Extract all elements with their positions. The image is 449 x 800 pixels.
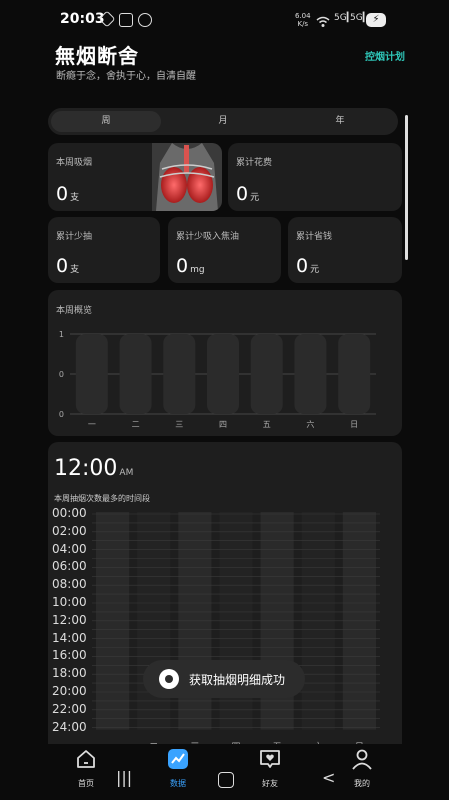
nav-friends[interactable]: 好友 [250, 748, 290, 789]
smoking-plan-link[interactable]: 控烟计划 [365, 48, 405, 63]
x-tick-label: 二 [132, 420, 140, 429]
x-tick-label: 六 [306, 419, 314, 429]
value-unit: mg [190, 265, 205, 275]
card-label: 累计少抽 [56, 232, 93, 242]
card-label: 累计省钱 [296, 232, 333, 242]
nav-label: 首页 [78, 779, 94, 788]
bar-track [207, 334, 239, 414]
status-bar: 20:03 6.04 K/s 5G▎ 5G▎ ⚡ [0, 0, 449, 40]
weekly-overview-card: 本周概览 100一二三四五六日 [48, 290, 402, 436]
x-tick-label: 五 [263, 420, 271, 429]
toast-text: 获取抽烟明细成功 [189, 673, 286, 687]
hourly-heat-grid: 一二三四五六日 [92, 512, 380, 753]
tab-year[interactable]: 年 [285, 111, 395, 132]
x-tick-label: 一 [88, 420, 96, 429]
app-subtitle: 断瘾于念，舍执于心，自清自醒 [56, 71, 196, 82]
home-system-button[interactable] [218, 772, 234, 788]
bar-track [294, 334, 327, 414]
x-tick-label: 三 [175, 420, 183, 429]
app-title: 無烟断舍 [55, 44, 139, 68]
y-tick-label: 0 [59, 410, 64, 419]
card-value: 0支 [56, 255, 79, 277]
period-selector: 周 月 年 [48, 108, 398, 135]
value-number: 0 [176, 255, 189, 277]
bar-track [338, 334, 371, 414]
scrollbar-thumb[interactable] [405, 115, 408, 260]
bar-track [163, 334, 196, 414]
hour-label: 24:00 [52, 719, 87, 734]
hour-label: 14:00 [52, 630, 87, 645]
y-tick-label: 0 [59, 370, 64, 379]
lungs-illustration-icon [152, 143, 222, 211]
bar-track [119, 334, 152, 414]
home-icon [77, 750, 95, 768]
network-speed: 6.04 K/s [295, 12, 311, 28]
network-speed-unit: K/s [297, 20, 309, 28]
nav-home[interactable]: 首页 [66, 748, 106, 789]
recent-apps-button[interactable]: ||| [116, 768, 132, 787]
card-total-less-smoked[interactable]: 累计少抽 0支 [48, 217, 160, 283]
nav-label: 我的 [354, 779, 370, 788]
network-speed-value: 6.04 [295, 12, 311, 20]
nav-label: 数据 [170, 779, 186, 788]
toast-notification: 获取抽烟明细成功 [143, 660, 305, 698]
x-tick-label: 日 [350, 420, 358, 429]
card-value: 0 mg [176, 255, 205, 277]
wifi-icon [316, 13, 330, 32]
hour-label: 04:00 [52, 541, 87, 556]
signal-1-label: 5G [334, 13, 347, 23]
nav-data[interactable]: 数据 [158, 748, 198, 789]
y-tick-label: 1 [59, 330, 64, 339]
card-value: 0支 [56, 183, 79, 205]
battery-icon: ⚡ [366, 13, 386, 27]
card-weekly-smoked[interactable]: 本周吸烟 0支 [48, 143, 222, 211]
hour-label: 12:00 [52, 612, 87, 627]
card-label: 累计花费 [236, 158, 273, 168]
value-number: 0 [296, 255, 309, 277]
tab-month[interactable]: 月 [168, 111, 278, 132]
friends-heart-icon [260, 750, 280, 768]
value-unit: 支 [70, 193, 80, 203]
scan-icon [119, 13, 133, 27]
hour-label: 10:00 [52, 595, 87, 609]
profile-icon [352, 749, 372, 770]
hour-label: 16:00 [52, 648, 87, 663]
value-unit: 元 [310, 265, 320, 275]
hour-label: 20:00 [52, 684, 87, 698]
hour-label: 00:00 [52, 506, 87, 520]
status-time: 20:03 [60, 11, 105, 27]
bar-track [75, 334, 108, 414]
card-total-saved[interactable]: 累计省钱 0元 [288, 217, 402, 283]
value-number: 0 [236, 183, 249, 205]
bar-track [250, 334, 283, 414]
value-number: 0 [56, 183, 69, 205]
hour-label: 22:00 [52, 701, 87, 716]
card-value: 0元 [296, 255, 319, 277]
card-value: 0元 [236, 183, 259, 205]
signal-2-label: 5G [350, 13, 363, 23]
weekly-bar-chart: 1 0 0 一 二 三 四 五 六 日 [59, 330, 376, 429]
hour-label: 18:00 [52, 666, 87, 681]
value-unit: 支 [70, 265, 80, 275]
x-tick-label: 四 [219, 420, 227, 429]
card-total-less-tar[interactable]: 累计少吸入焦油 0 mg [168, 217, 281, 283]
chart-icon [168, 749, 188, 769]
compass-icon [138, 13, 152, 27]
card-label: 累计少吸入焦油 [176, 232, 240, 242]
nav-profile[interactable]: 我的 [342, 748, 382, 789]
peak-time-card: 12:00AM 本周抽烟次数最多的时间段 一二三四五六日 00:0002:000… [48, 442, 402, 762]
hour-label: 06:00 [52, 559, 87, 574]
tab-week[interactable]: 周 [51, 111, 161, 132]
app-logo-icon [159, 669, 179, 689]
value-unit: 元 [250, 193, 260, 203]
back-button[interactable]: < [322, 768, 335, 787]
value-number: 0 [56, 255, 69, 277]
nav-label: 好友 [262, 779, 278, 788]
bottom-navigation: 首页 数据 好友 我的 ||| < [0, 744, 449, 800]
hour-label: 08:00 [52, 577, 87, 592]
card-total-cost[interactable]: 累计花费 0元 [228, 143, 402, 211]
hour-label: 02:00 [52, 523, 87, 538]
card-label: 本周吸烟 [56, 158, 93, 168]
